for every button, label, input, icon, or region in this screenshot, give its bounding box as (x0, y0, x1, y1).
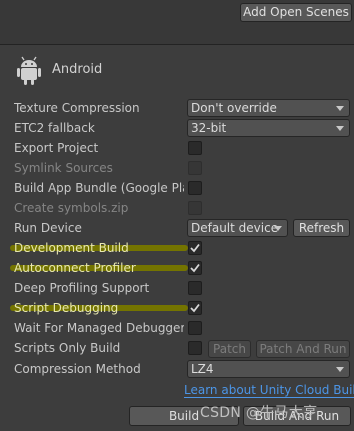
etc2-fallback-value: 32-bit (191, 121, 227, 135)
export-project-checkbox[interactable] (188, 141, 202, 155)
watermark: CSDN @牛马大亨 (200, 405, 318, 421)
etc2-fallback-label: ETC2 fallback (14, 121, 95, 135)
autoconnect-profiler-label: Autoconnect Profiler (14, 261, 136, 275)
run-device-label: Run Device (14, 221, 82, 235)
development-build-checkbox[interactable] (188, 241, 202, 255)
create-symbols-label: Create symbols.zip (14, 201, 129, 215)
etc2-fallback-dropdown[interactable]: 32-bit (187, 119, 350, 137)
top-bar: Add Open Scenes (0, 0, 354, 26)
dropdown-arrow-icon (274, 226, 282, 231)
deep-profiling-checkbox[interactable] (188, 281, 202, 295)
patch-and-run-button[interactable]: Patch And Run (256, 340, 350, 358)
run-device-dropdown[interactable]: Default device (187, 219, 288, 237)
scripts-only-build-checkbox[interactable] (188, 341, 202, 355)
wait-for-debugger-label: Wait For Managed Debugger (14, 321, 184, 335)
symlink-sources-label: Symlink Sources (14, 161, 113, 175)
script-debugging-checkbox[interactable] (188, 301, 202, 315)
refresh-button[interactable]: Refresh (293, 219, 350, 237)
export-project-label: Export Project (14, 141, 99, 155)
android-icon (17, 56, 41, 85)
deep-profiling-label: Deep Profiling Support (14, 281, 150, 295)
wait-for-debugger-checkbox[interactable] (188, 321, 202, 335)
compression-method-label: Compression Method (14, 362, 141, 376)
symlink-sources-checkbox (188, 161, 202, 175)
texture-compression-dropdown[interactable]: Don't override (187, 99, 350, 117)
compression-method-dropdown[interactable]: LZ4 (187, 360, 350, 378)
build-app-bundle-label: Build App Bundle (Google Play (14, 181, 184, 195)
checkmark-icon (190, 303, 200, 313)
development-build-label: Development Build (14, 241, 129, 255)
patch-button[interactable]: Patch (208, 340, 251, 358)
scripts-only-build-label: Scripts Only Build (14, 341, 121, 355)
checkmark-icon (190, 263, 200, 273)
dropdown-arrow-icon (336, 106, 344, 111)
build-app-bundle-checkbox[interactable] (188, 181, 202, 195)
add-open-scenes-button[interactable]: Add Open Scenes (240, 3, 352, 22)
unity-cloud-build-link[interactable]: Learn about Unity Cloud Build (184, 383, 354, 398)
dropdown-arrow-icon (336, 367, 344, 372)
script-debugging-label: Script Debugging (14, 301, 119, 315)
texture-compression-value: Don't override (191, 101, 277, 115)
autoconnect-profiler-checkbox[interactable] (188, 261, 202, 275)
dropdown-arrow-icon (336, 126, 344, 131)
checkmark-icon (190, 243, 200, 253)
create-symbols-checkbox (188, 201, 202, 215)
compression-method-value: LZ4 (191, 362, 214, 376)
platform-title: Android (52, 62, 103, 77)
run-device-value: Default device (191, 221, 279, 235)
texture-compression-label: Texture Compression (14, 101, 140, 115)
